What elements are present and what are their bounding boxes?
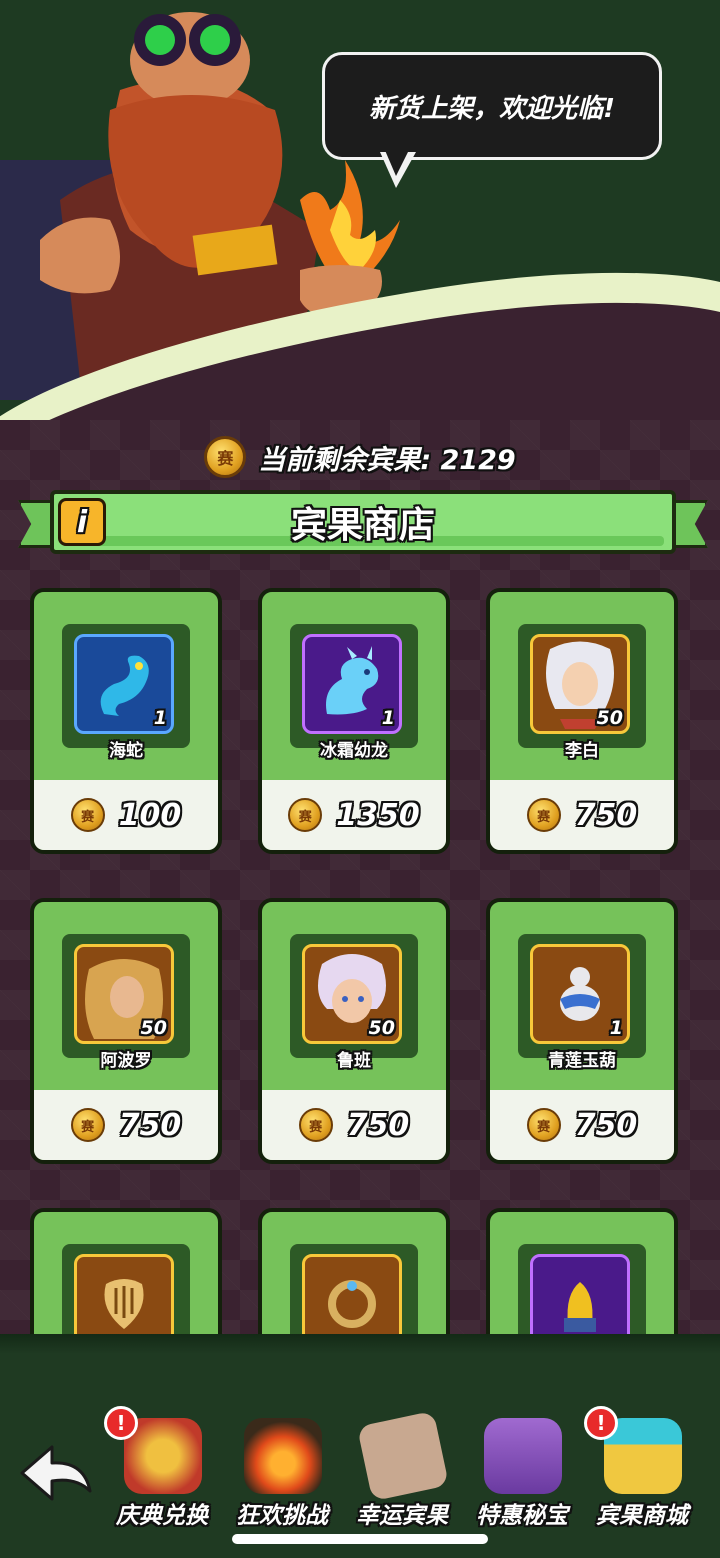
- nav-item-celebration-exchange[interactable]: ! 庆典兑换: [100, 1406, 224, 1534]
- nav-item-lucky-bingo[interactable]: 幸运宾果: [340, 1410, 464, 1534]
- item-name: 青莲玉葫: [548, 1051, 616, 1071]
- shop-item-card[interactable]: 50 李白 750: [486, 588, 678, 854]
- frost-dragon-icon: 1: [302, 634, 402, 734]
- item-frame: 1 青莲玉葫: [518, 934, 646, 1071]
- nav-item-special-treasure[interactable]: 特惠秘宝: [460, 1414, 584, 1534]
- li-bai-portrait: 50: [530, 634, 630, 734]
- item-frame: 50 鲁班: [290, 934, 418, 1071]
- nav-label: 庆典兑换: [116, 1503, 208, 1529]
- item-price: 750: [346, 1107, 410, 1143]
- bingo-coin-icon: [288, 798, 323, 832]
- banner-body: 宾果商店: [50, 490, 676, 554]
- back-arrow-icon: [20, 1445, 92, 1501]
- item-frame: [62, 1244, 190, 1335]
- shop-title-banner: 宾果商店 i: [18, 490, 708, 558]
- bingo-coin-icon: [298, 1108, 333, 1142]
- speech-bubble-text: 新货上架，欢迎光临!: [369, 93, 615, 124]
- price-bar: 750: [262, 1090, 446, 1160]
- info-button[interactable]: i: [58, 498, 106, 546]
- shopkeeper-header: 新货上架，欢迎光临!: [0, 0, 720, 440]
- bingo-coin-icon: [526, 798, 561, 832]
- price-bar: 1350: [262, 780, 446, 850]
- price-bar: 100: [34, 780, 218, 850]
- shop-item-card[interactable]: 1 青莲玉葫 750: [486, 898, 678, 1164]
- item-count: 1: [381, 707, 395, 729]
- lyre-icon: [74, 1254, 174, 1335]
- shop-item-card[interactable]: 1 冰霜幼龙 1350: [258, 588, 450, 854]
- nav-item-bingo-mall[interactable]: ! 宾果商城: [580, 1406, 704, 1534]
- nav-label: 宾果商城: [596, 1503, 688, 1529]
- shop-item-card[interactable]: 50 鲁班 750: [258, 898, 450, 1164]
- apollo-portrait: 50: [74, 944, 174, 1044]
- treasure-gift-icon: [484, 1418, 562, 1494]
- item-price: 750: [574, 1107, 638, 1143]
- bingo-coin-icon: [204, 436, 247, 478]
- item-price: 750: [574, 797, 638, 833]
- item-name: 冰霜幼龙: [320, 741, 388, 761]
- golden-mask-icon: [530, 1254, 630, 1335]
- item-frame: [290, 1244, 418, 1335]
- item-name: 鲁班: [337, 1051, 371, 1071]
- campfire-icon: [244, 1418, 322, 1494]
- nav-label: 幸运宾果: [356, 1503, 448, 1529]
- nav-item-carnival-challenge[interactable]: 狂欢挑战: [220, 1414, 344, 1534]
- item-frame: [518, 1244, 646, 1335]
- balance-text: 当前剩余宾果: 2129: [258, 444, 516, 476]
- ring-icon: [302, 1254, 402, 1335]
- nav-label: 狂欢挑战: [236, 1503, 328, 1529]
- bingo-balance: 当前剩余宾果: 2129: [0, 430, 720, 484]
- item-count: 50: [140, 1017, 167, 1039]
- info-icon: i: [76, 504, 88, 540]
- sea-serpent-icon: 1: [74, 634, 174, 734]
- item-price: 750: [118, 1107, 182, 1143]
- notification-badge: !: [584, 1406, 618, 1440]
- item-count: 1: [153, 707, 167, 729]
- shop-item-card[interactable]: 1 海蛇 100: [30, 588, 222, 854]
- item-price: 1350: [336, 797, 420, 833]
- shop-title: 宾果商店: [290, 505, 435, 546]
- gourd-icon: 1: [530, 944, 630, 1044]
- item-count: 50: [596, 707, 623, 729]
- item-frame: 50 阿波罗: [62, 934, 190, 1071]
- price-bar: 750: [34, 1090, 218, 1160]
- dice-icon: [356, 1410, 450, 1502]
- speech-bubble: 新货上架，欢迎光临!: [322, 52, 662, 160]
- item-price: 100: [118, 797, 182, 833]
- bingo-coin-icon: [70, 1108, 105, 1142]
- shop-item-card[interactable]: 50 阿波罗 750: [30, 898, 222, 1164]
- shop-panel: 当前剩余宾果: 2129 宾果商店 i 1 海蛇 100: [0, 420, 720, 1335]
- shop-item-card[interactable]: [258, 1208, 450, 1335]
- nav-label: 特惠秘宝: [476, 1503, 568, 1529]
- bingo-coin-icon: [526, 1108, 561, 1142]
- shop-item-card[interactable]: [30, 1208, 222, 1335]
- item-frame: 1 海蛇: [62, 624, 190, 761]
- bottom-navigation: ! 庆典兑换 狂欢挑战 幸运宾果 特惠秘宝 ! 宾果商城: [0, 1334, 720, 1558]
- item-name: 海蛇: [109, 741, 143, 761]
- item-count: 1: [609, 1017, 623, 1039]
- lu-ban-portrait: 50: [302, 944, 402, 1044]
- shop-item-card[interactable]: [486, 1208, 678, 1335]
- item-name: 李白: [565, 741, 599, 761]
- item-frame: 1 冰霜幼龙: [290, 624, 418, 761]
- item-count: 50: [368, 1017, 395, 1039]
- item-name: 阿波罗: [100, 1051, 152, 1071]
- price-bar: 750: [490, 1090, 674, 1160]
- notification-badge: !: [104, 1406, 138, 1440]
- speech-bubble-tail: [380, 148, 416, 188]
- back-button[interactable]: [18, 1439, 94, 1509]
- item-frame: 50 李白: [518, 624, 646, 761]
- bingo-coin-icon: [70, 798, 105, 832]
- price-bar: 750: [490, 780, 674, 850]
- home-indicator[interactable]: [232, 1534, 488, 1544]
